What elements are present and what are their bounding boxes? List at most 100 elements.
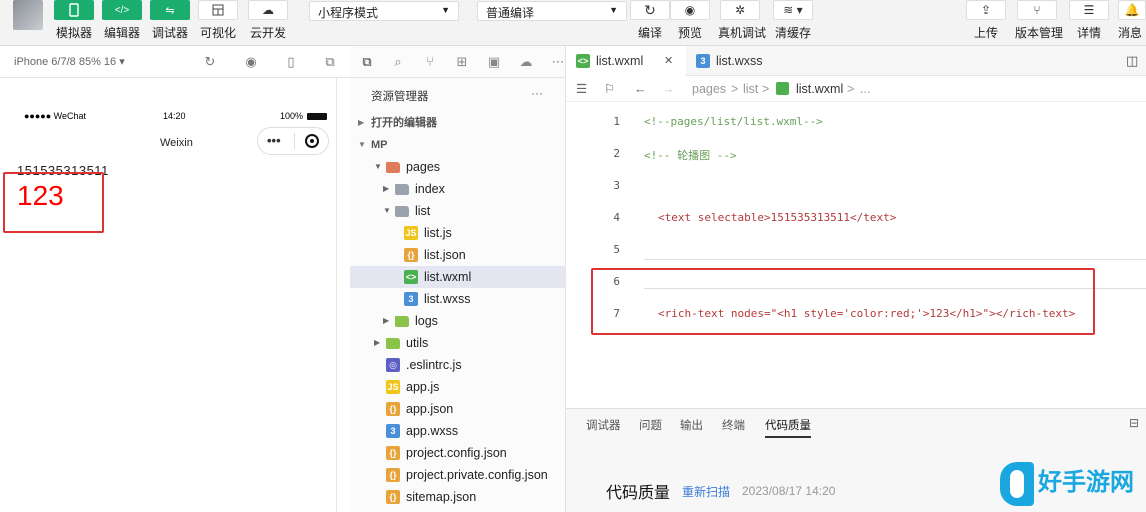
tree-item[interactable]: ◎ .eslintrc.js: [350, 354, 566, 376]
open-editors-section[interactable]: ▶ 打开的编辑器: [350, 112, 566, 134]
forward-arrow-icon[interactable]: →: [662, 76, 675, 102]
crumb-pages[interactable]: pages: [692, 76, 726, 102]
tree-item[interactable]: {} list.json: [350, 244, 566, 266]
compile-select[interactable]: 普通编译 ▼: [477, 1, 627, 21]
tree-item[interactable]: ▶ logs: [350, 310, 566, 332]
tree-item[interactable]: {} app.json: [350, 398, 566, 420]
tree-item-label: list.js: [424, 226, 452, 240]
simulator-button[interactable]: 模拟器: [52, 0, 96, 44]
json-file-icon: {}: [386, 446, 400, 460]
tree-item[interactable]: {} project.config.json: [350, 442, 566, 464]
cloud-button[interactable]: ☁ 云开发: [246, 0, 290, 44]
more-dots-icon[interactable]: •••: [267, 133, 281, 148]
messages-button[interactable]: 🔔 消息: [1118, 0, 1146, 44]
project-section[interactable]: ▼ MP: [350, 134, 566, 156]
git-icon[interactable]: ⑂: [422, 54, 438, 70]
json-file-icon: {}: [386, 490, 400, 504]
debug-icon[interactable]: ⋯: [550, 54, 566, 70]
tab-problems[interactable]: 问题: [639, 417, 662, 433]
code-line[interactable]: <!--pages/list/list.wxml-->: [644, 115, 823, 128]
editor-button[interactable]: </> 编辑器: [100, 0, 144, 44]
compile-button[interactable]: ↻ 编译: [628, 0, 672, 44]
tree-item[interactable]: ▼ list: [350, 200, 566, 222]
tree-item[interactable]: 3 list.wxss: [350, 288, 566, 310]
crumb-list[interactable]: list: [743, 76, 758, 102]
panel-menu-icon[interactable]: ⊟: [1129, 416, 1139, 430]
crumb-file[interactable]: list.wxml: [796, 76, 843, 102]
cloud-icon[interactable]: ☁: [518, 54, 534, 70]
popout-icon[interactable]: ⧉: [322, 54, 338, 70]
line-number: 3: [613, 179, 620, 192]
tree-item[interactable]: {} sitemap.json: [350, 486, 566, 508]
tab-output[interactable]: 输出: [680, 417, 703, 433]
project-label: MP: [371, 139, 388, 151]
back-arrow-icon[interactable]: ←: [634, 76, 647, 102]
reload-icon[interactable]: ↻: [202, 54, 218, 70]
tree-item[interactable]: JS app.js: [350, 376, 566, 398]
caret-down-icon[interactable]: ▼: [383, 200, 391, 222]
tab-terminal[interactable]: 终端: [722, 417, 745, 433]
tree-item[interactable]: <> list.wxml: [350, 266, 566, 288]
caret-right-icon[interactable]: ▶: [383, 310, 389, 332]
files-icon[interactable]: ⧉: [359, 54, 375, 70]
tree-item-label: app.wxss: [406, 424, 459, 438]
line-number: 2: [613, 147, 620, 160]
battery-percent: 100%: [280, 111, 304, 121]
compile-select-value: 普通编译: [486, 6, 535, 20]
visual-button[interactable]: 可视化: [196, 0, 240, 44]
package-icon[interactable]: ▣: [486, 54, 502, 70]
menu-icon: ☰: [1069, 0, 1109, 20]
code-editor: <> list.wxml ✕ 3 list.wxss ◫ ☰ ⚐ ← → pag…: [566, 46, 1146, 512]
stop-icon[interactable]: ◉: [243, 54, 259, 70]
crumb-more[interactable]: ...: [860, 76, 870, 102]
caret-right-icon[interactable]: ▶: [374, 332, 380, 354]
avatar[interactable]: [13, 0, 43, 30]
upload-button[interactable]: ⇪ 上传: [964, 0, 1008, 44]
code-line[interactable]: <!-- 轮播图 -->: [644, 147, 737, 163]
caret-down-icon[interactable]: ▼: [374, 156, 382, 178]
tree-item[interactable]: JS list.js: [350, 222, 566, 244]
capsule-menu[interactable]: •••: [257, 127, 329, 155]
simulator-header: iPhone 6/7/8 85% 16 ▾ ↻ ◉ ▯ ⧉: [0, 46, 350, 78]
phone-icon: [54, 0, 94, 20]
details-button[interactable]: ☰ 详情: [1067, 0, 1111, 44]
tab-debugger[interactable]: 调试器: [586, 417, 621, 433]
tree-item[interactable]: ▼ pages: [350, 156, 566, 178]
js-file-icon: JS: [404, 226, 418, 240]
caret-right-icon[interactable]: ▶: [383, 178, 389, 200]
tree-item[interactable]: 3 app.wxss: [350, 420, 566, 442]
editor-tabs: <> list.wxml ✕ 3 list.wxss ◫: [566, 46, 1146, 76]
explorer-more-icon[interactable]: ···: [531, 86, 543, 100]
debugger-button[interactable]: ⇋ 调试器: [148, 0, 192, 44]
phone-status-bar: ●●●●● WeChat 14:20 100%: [24, 111, 334, 125]
code-line[interactable]: <text selectable>151535313511</text>: [658, 211, 896, 224]
extensions-icon[interactable]: ⊞: [454, 54, 470, 70]
tab-code-quality[interactable]: 代码质量: [765, 417, 811, 438]
code-quality-heading: 代码质量: [606, 485, 671, 502]
tab-list-wxss[interactable]: 3 list.wxss: [686, 46, 796, 76]
split-editor-icon[interactable]: ◫: [1126, 53, 1138, 69]
version-button[interactable]: ⑂ 版本管理: [1015, 0, 1063, 44]
bookmark-icon[interactable]: ⚐: [604, 76, 615, 102]
close-circle-icon[interactable]: [305, 134, 319, 148]
mode-select[interactable]: 小程序模式 ▼: [309, 1, 459, 21]
preview-button[interactable]: ◉ 预览: [668, 0, 712, 44]
list-icon[interactable]: ☰: [576, 76, 587, 102]
device-select[interactable]: iPhone 6/7/8 85% 16 ▾: [14, 55, 125, 68]
remote-debug-button[interactable]: ✲ 真机调试: [718, 0, 766, 44]
clear-cache-label: 清缓存: [774, 26, 811, 40]
rescan-link[interactable]: 重新扫描: [682, 483, 730, 500]
chevron-right-icon: >: [731, 82, 739, 96]
tree-item[interactable]: ▶ utils: [350, 332, 566, 354]
wxss-file-icon: 3: [404, 292, 418, 306]
search-icon[interactable]: ⌕: [390, 54, 406, 70]
clear-cache-button[interactable]: ≋ ▾ 清缓存: [771, 0, 815, 44]
upload-label: 上传: [973, 26, 998, 40]
tab-list-wxml[interactable]: <> list.wxml ✕: [566, 46, 686, 76]
caret-down-icon: ▼: [441, 5, 450, 15]
tree-item[interactable]: ▶ index: [350, 178, 566, 200]
wxml-file-icon: [776, 82, 789, 95]
close-icon[interactable]: ✕: [664, 46, 673, 76]
phone-icon[interactable]: ▯: [283, 54, 299, 70]
tree-item[interactable]: {} project.private.config.json: [350, 464, 566, 486]
